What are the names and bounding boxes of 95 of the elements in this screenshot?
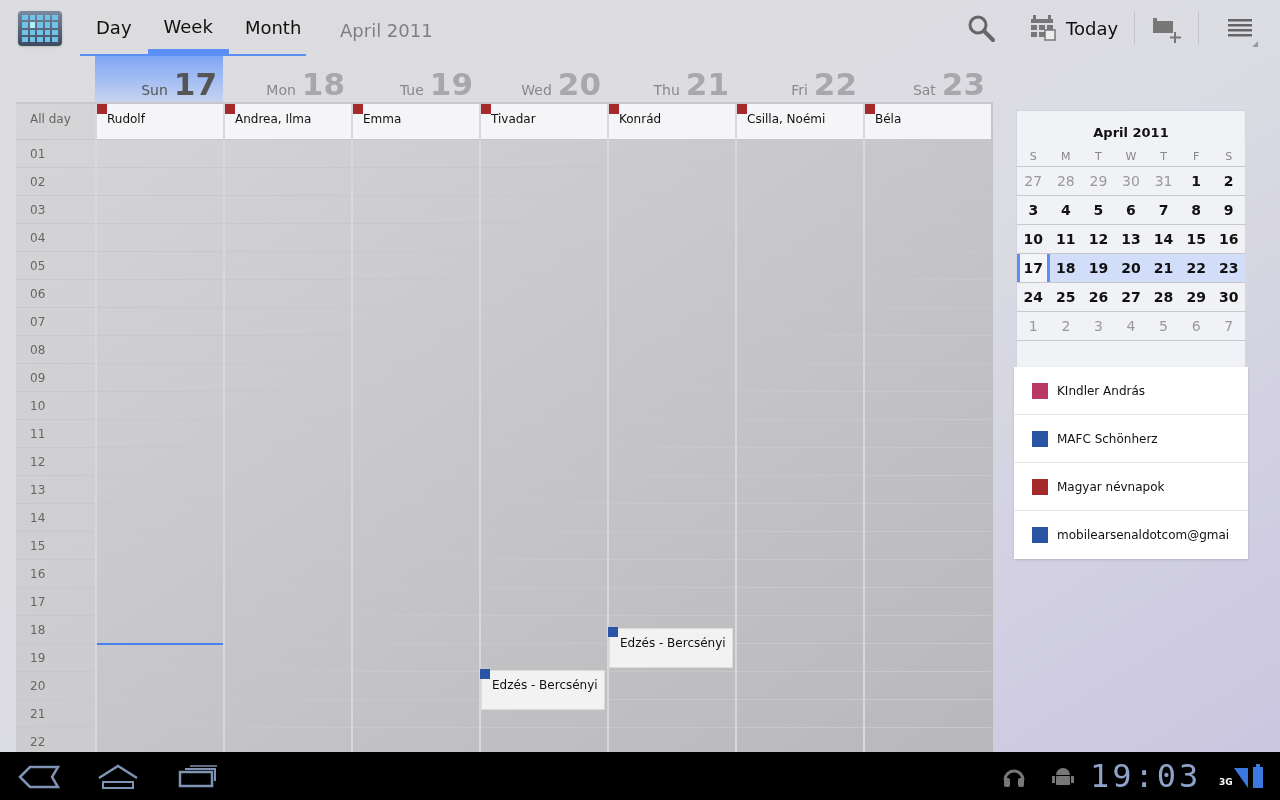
all-day-event[interactable]: Konrád	[609, 104, 735, 139]
hour-label: 21	[30, 707, 46, 721]
calendar-item[interactable]: mobilearsenaldotcom@gmai	[1014, 511, 1248, 559]
month-title: April 2011	[340, 19, 433, 43]
all-day-event[interactable]: Andrea, Ilma	[225, 104, 351, 139]
hour-label: 11	[30, 427, 46, 441]
hour-label: 17	[30, 595, 46, 609]
all-day-event[interactable]: Csilla, Noémi	[737, 104, 863, 139]
calendar-day[interactable]: 29	[1179, 283, 1213, 311]
hour-label: 10	[30, 399, 46, 413]
week-row[interactable]: 17 18 19 20 21 22 23	[1017, 254, 1245, 283]
all-day-label: All day	[30, 112, 71, 126]
hour-label: 08	[30, 343, 46, 357]
all-day-event[interactable]: Rudolf	[97, 104, 223, 139]
hour-label: 16	[30, 567, 46, 581]
calendar-day[interactable]: 30	[1212, 283, 1245, 311]
calendar-day[interactable]: 15	[1179, 225, 1213, 253]
recent-apps-icon[interactable]	[178, 764, 218, 788]
calendar-day[interactable]: 8	[1179, 196, 1213, 224]
calendar-item[interactable]: Magyar névnapok	[1014, 463, 1248, 511]
calendar-day[interactable]: 21	[1147, 254, 1180, 282]
hour-label: 18	[30, 623, 46, 637]
calendar-day[interactable]: 28	[1147, 283, 1180, 311]
hour-label: 07	[30, 315, 46, 329]
calendar-day[interactable]: 12	[1082, 225, 1115, 253]
calendar-day[interactable]: 27	[1114, 283, 1148, 311]
new-event-icon[interactable]	[1152, 16, 1182, 44]
hour-label: 15	[30, 539, 46, 553]
calendar-day[interactable]: 16	[1212, 225, 1245, 253]
calendar-day[interactable]: 3	[1017, 196, 1050, 224]
weekday-label: T	[1095, 150, 1102, 163]
hour-label: 04	[30, 231, 46, 245]
hour-label: 02	[30, 175, 46, 189]
hour-label: 13	[30, 483, 46, 497]
weekday-label: S	[1029, 150, 1037, 163]
all-day-event[interactable]: Béla	[865, 104, 991, 139]
today-button[interactable]: Today	[1030, 12, 1119, 44]
calendar-day[interactable]: 26	[1082, 283, 1115, 311]
hour-label: 06	[30, 287, 46, 301]
calendar-day[interactable]: 11	[1049, 225, 1083, 253]
calendar-day[interactable]: 24	[1017, 283, 1050, 311]
calendar-day[interactable]: 19	[1082, 254, 1115, 282]
week-row[interactable]: 24 25 26 27 28 29 30	[1017, 283, 1245, 312]
view-tab[interactable]: Day	[80, 0, 148, 54]
network-type: 3G	[1219, 776, 1233, 789]
event-block[interactable]: Edzés - Bercsényi	[609, 628, 733, 668]
hour-label: 09	[30, 371, 46, 385]
hour-label: 19	[30, 651, 46, 665]
calendar-day[interactable]: 25	[1049, 283, 1083, 311]
hour-label: 03	[30, 203, 46, 217]
calendar-day[interactable]: 10	[1017, 225, 1050, 253]
signal-icon	[1234, 766, 1248, 788]
search-icon[interactable]	[966, 13, 996, 43]
calendar-item[interactable]: MAFC Schönherz	[1014, 415, 1248, 463]
calendar-day[interactable]: 1	[1179, 167, 1213, 195]
calendar-day[interactable]: 6	[1114, 196, 1148, 224]
calendar-day[interactable]: 22	[1179, 254, 1213, 282]
mini-calendar-title: April 2011	[1093, 125, 1169, 140]
view-tab[interactable]: Month	[228, 0, 318, 54]
weekday-label: M	[1061, 150, 1071, 163]
day-header[interactable]: Sun 17	[95, 56, 223, 102]
hour-label: 05	[30, 259, 46, 273]
week-row[interactable]: 3 4 5 6 7 8 9	[1017, 196, 1245, 225]
home-icon[interactable]	[97, 764, 139, 790]
weekday-label: F	[1192, 150, 1200, 163]
weekday-label: T	[1160, 150, 1167, 163]
all-day-event[interactable]: Emma	[353, 104, 479, 139]
calendar-day[interactable]: 7	[1147, 196, 1180, 224]
clock: 19:03	[1090, 756, 1202, 796]
calendar-day[interactable]: 13	[1114, 225, 1148, 253]
week-row[interactable]: 27 28 29 30 31 1 2	[1017, 167, 1245, 196]
calendar-day[interactable]: 9	[1212, 196, 1245, 224]
calendar-day[interactable]: 14	[1147, 225, 1180, 253]
calendar-item[interactable]: KIndler András	[1014, 367, 1248, 415]
calendar-day[interactable]: 20	[1114, 254, 1148, 282]
battery-icon	[1253, 764, 1263, 788]
back-icon[interactable]	[18, 765, 60, 789]
calendar-app-icon[interactable]	[18, 11, 62, 46]
hour-label: 20	[30, 679, 46, 693]
all-day-event[interactable]: Tivadar	[481, 104, 607, 139]
hour-label: 12	[30, 455, 46, 469]
menu-icon[interactable]	[1228, 17, 1258, 47]
calendar-day[interactable]: 5	[1082, 196, 1115, 224]
calendar-day[interactable]: 18	[1049, 254, 1083, 282]
calendar-icon	[1030, 15, 1056, 41]
calendar-day[interactable]: 2	[1212, 167, 1245, 195]
weekday-label: S	[1225, 150, 1233, 163]
hour-label: 14	[30, 511, 46, 525]
weekday-label: W	[1125, 150, 1137, 163]
hour-label: 22	[30, 735, 46, 749]
calendar-day[interactable]: 4	[1049, 196, 1083, 224]
hour-label: 01	[30, 147, 46, 161]
calendar-day[interactable]: 23	[1212, 254, 1245, 282]
event-block[interactable]: Edzés - Bercsényi	[481, 670, 605, 710]
calendar-day[interactable]: 17	[1017, 254, 1050, 282]
